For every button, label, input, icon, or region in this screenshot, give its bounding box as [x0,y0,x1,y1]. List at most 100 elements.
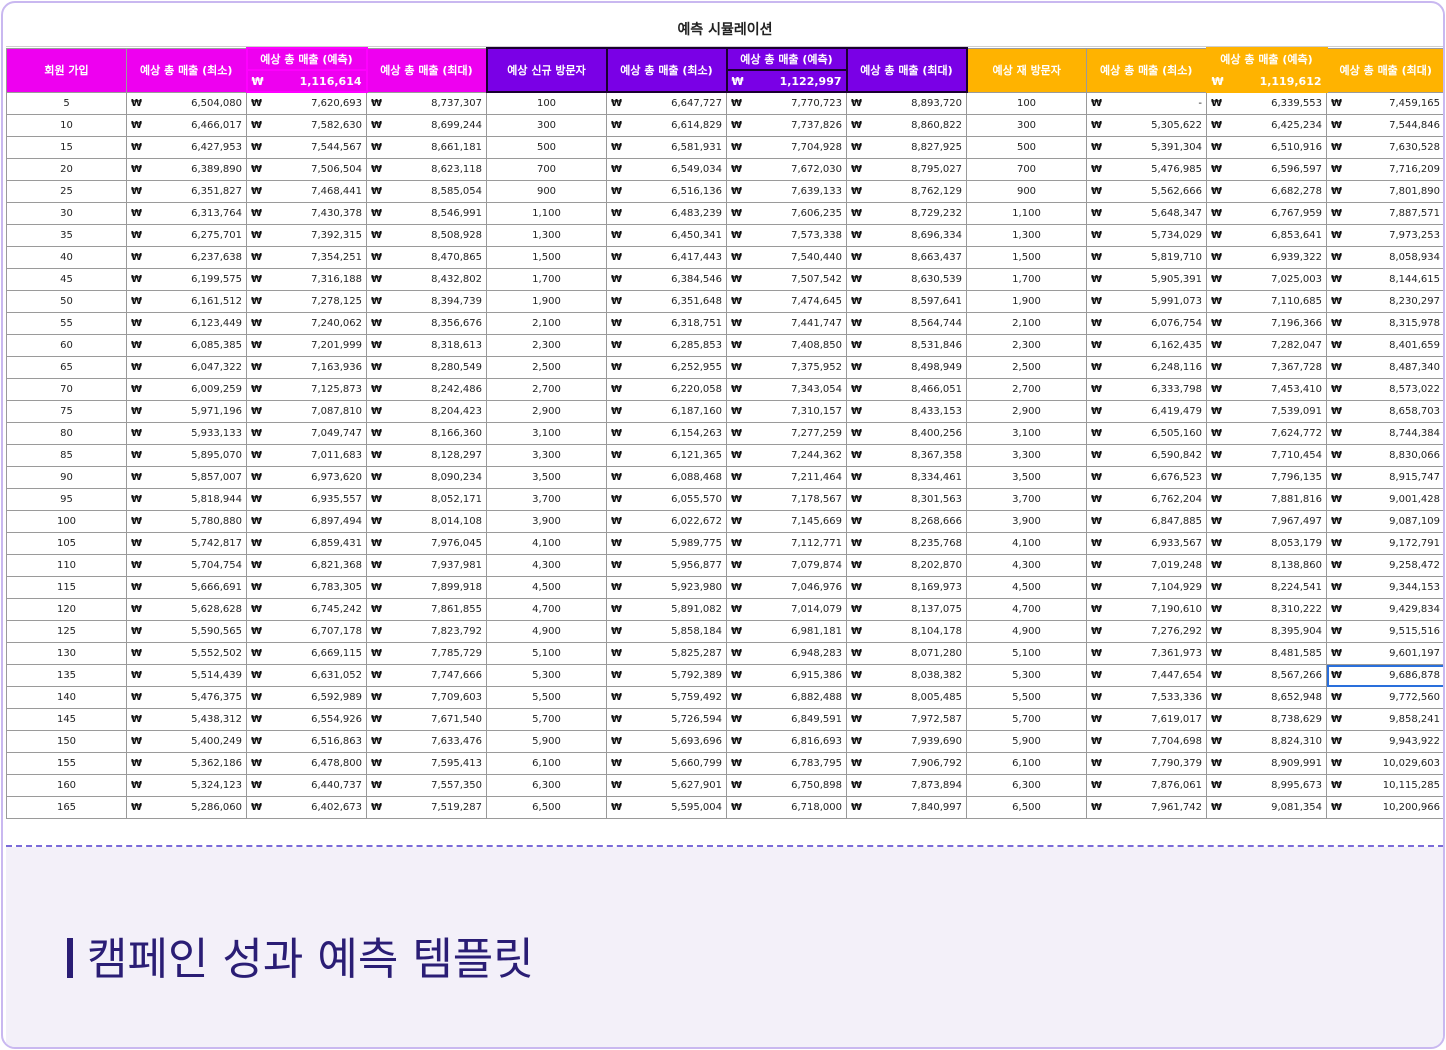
table-cell[interactable]: 135 [6,664,127,687]
table-cell[interactable]: ₩7,408,850 [726,334,847,357]
table-cell[interactable]: 140 [6,686,127,709]
table-cell[interactable]: ₩6,933,567 [1086,532,1207,555]
table-cell[interactable]: 3,700 [486,488,607,511]
table-cell[interactable]: ₩8,658,703 [1326,400,1443,423]
table-cell[interactable]: ₩6,647,727 [606,91,727,115]
table-cell[interactable]: ₩5,825,287 [606,642,727,665]
table-cell[interactable]: ₩8,546,991 [366,202,487,225]
header-pink-min[interactable]: 예상 총 매출 (최소) [126,47,247,93]
table-cell[interactable]: ₩6,676,523 [1086,466,1207,489]
table-cell[interactable]: ₩8,623,118 [366,158,487,181]
table-cell[interactable]: ₩6,767,959 [1206,202,1327,225]
table-cell[interactable]: ₩8,652,948 [1206,686,1327,709]
table-cell[interactable]: 1,900 [486,290,607,313]
table-cell[interactable]: 4,500 [486,576,607,599]
table-cell[interactable]: 40 [6,246,127,269]
table-cell[interactable]: ₩6,510,916 [1206,136,1327,159]
table-cell[interactable]: ₩6,581,931 [606,136,727,159]
table-cell[interactable]: 3,100 [966,422,1087,445]
table-cell[interactable]: 120 [6,598,127,621]
table-cell[interactable]: ₩7,881,816 [1206,488,1327,511]
table-cell[interactable]: ₩8,144,615 [1326,268,1443,291]
table-cell[interactable]: ₩6,915,386 [726,664,847,687]
table-cell[interactable]: ₩7,367,728 [1206,356,1327,379]
table-cell[interactable]: 1,100 [966,202,1087,225]
table-cell[interactable]: ₩7,277,259 [726,422,847,445]
table-cell[interactable]: ₩8,573,022 [1326,378,1443,401]
table-cell[interactable]: 2,500 [966,356,1087,379]
table-cell[interactable]: ₩8,470,865 [366,246,487,269]
table-cell[interactable]: ₩8,432,802 [366,268,487,291]
table-cell[interactable]: ₩7,544,567 [246,136,367,159]
table-cell[interactable]: ₩6,333,798 [1086,378,1207,401]
table-cell[interactable]: 95 [6,488,127,511]
table-cell[interactable]: ₩7,507,542 [726,268,847,291]
table-cell[interactable]: ₩6,419,479 [1086,400,1207,423]
table-cell[interactable]: 6,300 [966,774,1087,797]
table-cell[interactable]: 5,100 [486,642,607,665]
table-cell[interactable]: 5,700 [966,708,1087,731]
purple-pred-total-cell[interactable]: ₩1,122,997 [725,69,848,93]
table-cell[interactable]: ₩5,792,389 [606,664,727,687]
table-cell[interactable]: ₩6,085,385 [126,334,247,357]
table-cell[interactable]: ₩8,104,178 [846,620,967,643]
table-cell[interactable]: ₩7,014,079 [726,598,847,621]
table-cell[interactable]: ₩6,199,575 [126,268,247,291]
table-cell[interactable]: ₩9,001,428 [1326,488,1443,511]
table-cell[interactable]: ₩5,627,901 [606,774,727,797]
table-cell[interactable]: ₩6,440,737 [246,774,367,797]
table-cell[interactable]: ₩5,590,565 [126,620,247,643]
table-cell[interactable]: ₩6,318,751 [606,312,727,335]
header-orange-max[interactable]: 예상 총 매출 (최대) [1326,47,1443,93]
table-cell[interactable]: 3,300 [966,444,1087,467]
table-cell[interactable]: ₩9,601,197 [1326,642,1443,665]
table-cell[interactable]: ₩5,742,817 [126,532,247,555]
table-cell[interactable]: ₩8,268,666 [846,510,967,533]
table-cell[interactable]: ₩7,046,976 [726,576,847,599]
table-cell[interactable]: 1,900 [966,290,1087,313]
table-cell[interactable]: ₩8,827,925 [846,136,967,159]
table-cell[interactable]: ₩5,660,799 [606,752,727,775]
table-cell[interactable]: ₩7,976,045 [366,532,487,555]
table-cell[interactable]: ₩6,154,263 [606,422,727,445]
table-cell[interactable]: ₩10,029,603 [1326,752,1443,775]
table-cell[interactable]: ₩7,025,003 [1206,268,1327,291]
table-cell[interactable]: 145 [6,708,127,731]
table-cell[interactable]: ₩8,508,928 [366,224,487,247]
table-cell[interactable]: 20 [6,158,127,181]
table-cell[interactable]: 155 [6,752,127,775]
table-cell[interactable]: ₩6,935,557 [246,488,367,511]
table-cell[interactable]: ₩6,483,239 [606,202,727,225]
table-cell[interactable]: 6,500 [966,796,1087,819]
table-cell[interactable]: 6,100 [966,752,1087,775]
table-cell[interactable]: 165 [6,796,127,819]
table-cell[interactable]: ₩7,104,929 [1086,576,1207,599]
table-cell[interactable]: 300 [966,114,1087,137]
table-cell[interactable]: ₩8,567,266 [1206,664,1327,687]
table-cell[interactable]: 3,700 [966,488,1087,511]
table-cell[interactable]: ₩8,038,382 [846,664,967,687]
table-cell[interactable]: ₩5,819,710 [1086,246,1207,269]
table-cell[interactable]: ₩7,630,528 [1326,136,1443,159]
table-cell[interactable]: 10 [6,114,127,137]
table-cell[interactable]: ₩ - [1086,91,1207,115]
table-cell[interactable]: 4,100 [966,532,1087,555]
table-cell[interactable]: ₩8,915,747 [1326,466,1443,489]
header-pink-max[interactable]: 예상 총 매출 (최대) [366,47,487,93]
table-cell[interactable]: ₩7,506,504 [246,158,367,181]
table-cell[interactable]: 2,700 [966,378,1087,401]
table-cell[interactable]: ₩6,592,989 [246,686,367,709]
table-cell[interactable]: ₩8,202,870 [846,554,967,577]
table-cell[interactable]: ₩8,481,585 [1206,642,1327,665]
table-cell[interactable]: ₩5,693,696 [606,730,727,753]
table-cell[interactable]: ₩7,125,873 [246,378,367,401]
table-cell[interactable]: ₩7,823,792 [366,620,487,643]
table-cell[interactable]: ₩6,596,597 [1206,158,1327,181]
table-cell[interactable]: ₩8,071,280 [846,642,967,665]
table-cell[interactable]: ₩7,361,973 [1086,642,1207,665]
table-cell[interactable]: ₩7,710,454 [1206,444,1327,467]
table-cell[interactable]: ₩6,718,000 [726,796,847,819]
table-cell[interactable]: 4,900 [966,620,1087,643]
table-cell[interactable]: ₩6,252,955 [606,356,727,379]
table-cell[interactable]: ₩8,128,297 [366,444,487,467]
